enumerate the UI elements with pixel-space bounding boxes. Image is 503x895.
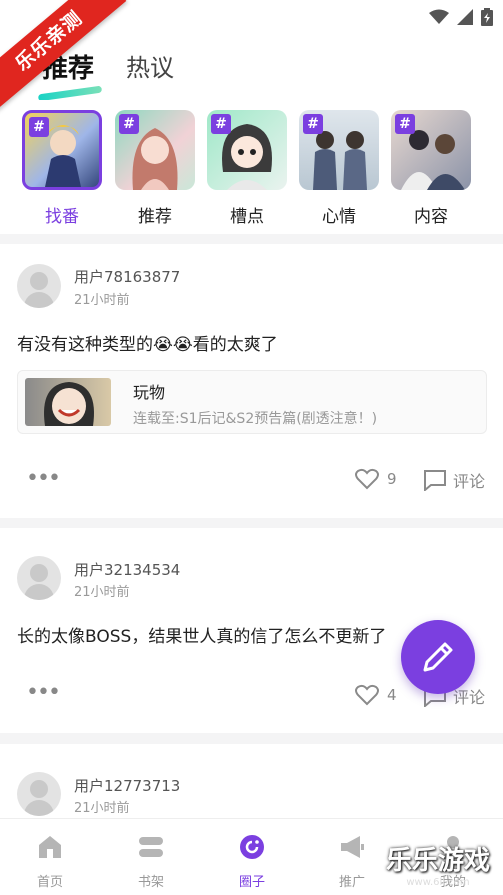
more-options-button[interactable]: ••• — [26, 680, 61, 705]
comment-icon — [424, 470, 446, 491]
post-time: 21小时前 — [74, 801, 130, 816]
linked-comic-card[interactable]: 玩物 连载至:S1后记&S2预告篇(剧透注意！) — [17, 370, 487, 434]
topic-label: 内容 — [414, 207, 448, 227]
nav-label: 首页 — [36, 875, 63, 890]
topic-thumbnail: # — [207, 110, 287, 190]
post-card[interactable]: 用户78163877 21小时前 有没有这种类型的😭😭看的太爽了 玩物 连载至:… — [0, 244, 503, 518]
post-card[interactable]: 用户12773713 21小时前 — [0, 744, 503, 818]
linked-comic-status: 连载至:S1后记&S2预告篇(剧透注意！) — [133, 411, 378, 427]
topic-thumbnail: # — [22, 110, 102, 190]
topic-item-find[interactable]: # 找番 — [22, 110, 102, 227]
topic-thumbnail: # — [391, 110, 471, 190]
topic-row: # 找番 # 推荐 # 槽点 # 心情 # 内容 — [0, 100, 503, 234]
like-count: 4 — [387, 686, 397, 704]
heart-icon — [355, 684, 379, 706]
more-options-button[interactable]: ••• — [26, 466, 61, 491]
avatar[interactable] — [17, 772, 61, 816]
post-text[interactable]: 有没有这种类型的😭😭看的太爽了 — [17, 330, 278, 355]
topic-thumbnail: # — [115, 110, 195, 190]
tab-hot[interactable]: 热议 — [126, 48, 174, 83]
like-button[interactable]: 9 — [355, 468, 397, 490]
linked-comic-thumbnail — [25, 378, 111, 426]
nav-home[interactable]: 首页 — [15, 833, 85, 890]
post-time: 21小时前 — [74, 585, 130, 600]
nav-bookshelf[interactable]: 书架 — [116, 833, 186, 890]
avatar[interactable] — [17, 264, 61, 308]
topic-item-content[interactable]: # 内容 — [391, 110, 471, 227]
hash-badge: # — [395, 114, 415, 134]
watermark-url: www.6ll.com — [406, 877, 470, 888]
post-username[interactable]: 用户32134534 — [74, 559, 180, 580]
compose-post-button[interactable] — [401, 620, 475, 694]
comment-label: 评论 — [453, 472, 486, 491]
pencil-icon — [423, 642, 453, 672]
topic-item-recommend[interactable]: # 推荐 — [115, 110, 195, 227]
hash-badge: # — [119, 114, 139, 134]
circle-icon — [240, 835, 264, 859]
bookshelf-icon — [139, 837, 163, 857]
heart-icon — [355, 468, 379, 490]
watermark-logo: 乐乐游戏 www.6ll.com — [377, 840, 499, 888]
topic-label: 找番 — [45, 207, 79, 227]
topic-item-complaints[interactable]: # 槽点 — [207, 110, 287, 227]
post-time: 21小时前 — [74, 293, 130, 308]
nav-circle[interactable]: 圈子 — [217, 833, 287, 890]
hash-badge: # — [303, 114, 323, 134]
header: 推荐 热议 — [0, 34, 503, 102]
post-text[interactable]: 长的太像BOSS，结果世人真的信了怎么不更新了 — [17, 622, 386, 647]
avatar[interactable] — [17, 556, 61, 600]
hash-badge: # — [211, 114, 231, 134]
linked-comic-title: 玩物 — [133, 383, 166, 402]
watermark-text: 乐乐游戏 — [385, 846, 490, 876]
topic-item-mood[interactable]: # 心情 — [299, 110, 379, 227]
like-button[interactable]: 4 — [355, 684, 397, 706]
wifi-icon — [429, 9, 449, 24]
nav-label: 书架 — [137, 875, 164, 890]
post-username[interactable]: 用户12773713 — [74, 775, 180, 796]
nav-label: 圈子 — [238, 875, 265, 890]
hash-badge: # — [29, 117, 49, 137]
topic-label: 心情 — [322, 207, 356, 227]
topic-label: 推荐 — [138, 207, 172, 227]
post-username[interactable]: 用户78163877 — [74, 266, 180, 287]
topic-thumbnail: # — [299, 110, 379, 190]
battery-icon — [481, 8, 493, 26]
signal-icon — [457, 9, 473, 25]
home-icon — [39, 836, 61, 858]
topic-label: 槽点 — [230, 207, 264, 227]
megaphone-icon — [341, 836, 364, 858]
like-count: 9 — [387, 470, 397, 488]
comment-button[interactable]: 评论 — [423, 468, 485, 492]
